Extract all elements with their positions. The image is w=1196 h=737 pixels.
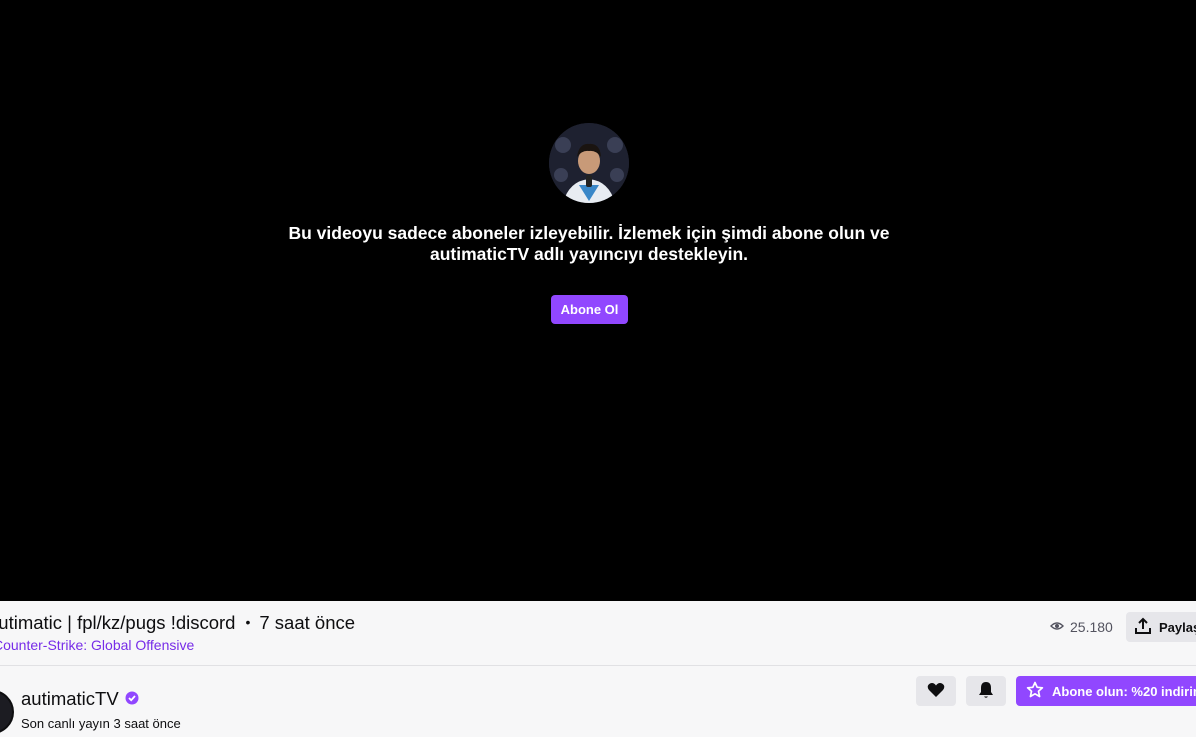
video-age: 7 saat önce bbox=[259, 612, 356, 633]
follow-button[interactable] bbox=[916, 676, 956, 706]
last-live-text: Son canlı yayın 3 saat önce bbox=[21, 716, 181, 731]
verified-badge-icon bbox=[125, 688, 139, 710]
subscriber-only-message: Bu videoyu sadece aboneler izleyebilir. … bbox=[288, 223, 890, 264]
channel-name[interactable]: autimaticTV bbox=[21, 688, 139, 710]
bell-icon bbox=[978, 681, 994, 702]
star-icon bbox=[1026, 681, 1044, 702]
streamer-avatar bbox=[549, 123, 629, 203]
eye-icon bbox=[1050, 619, 1064, 636]
share-button[interactable]: Paylaş bbox=[1126, 612, 1196, 642]
heart-icon bbox=[927, 682, 945, 701]
share-icon bbox=[1134, 617, 1152, 638]
subscribe-offer-label: Abone olun: %20 indirim bbox=[1052, 683, 1196, 699]
category-link[interactable]: Counter-Strike: Global Offensive bbox=[0, 637, 194, 653]
subscribe-offer-button[interactable]: Abone olun: %20 indirim bbox=[1016, 676, 1196, 706]
video-title-text: autimatic | fpl/kz/pugs !discord bbox=[0, 612, 236, 633]
separator-dot: • bbox=[245, 614, 251, 630]
view-count-value: 25.180 bbox=[1070, 619, 1113, 635]
channel-avatar[interactable] bbox=[0, 690, 14, 734]
video-player[interactable]: Bu videoyu sadece aboneler izleyebilir. … bbox=[0, 0, 1196, 601]
channel-name-text: autimaticTV bbox=[21, 688, 119, 709]
video-title: autimatic | fpl/kz/pugs !discord • 7 saat … bbox=[0, 612, 355, 634]
share-label: Paylaş bbox=[1159, 619, 1196, 635]
view-count: 25.180 bbox=[1050, 618, 1113, 636]
notifications-button[interactable] bbox=[966, 676, 1006, 706]
subscribe-button[interactable]: Abone Ol bbox=[551, 295, 628, 324]
